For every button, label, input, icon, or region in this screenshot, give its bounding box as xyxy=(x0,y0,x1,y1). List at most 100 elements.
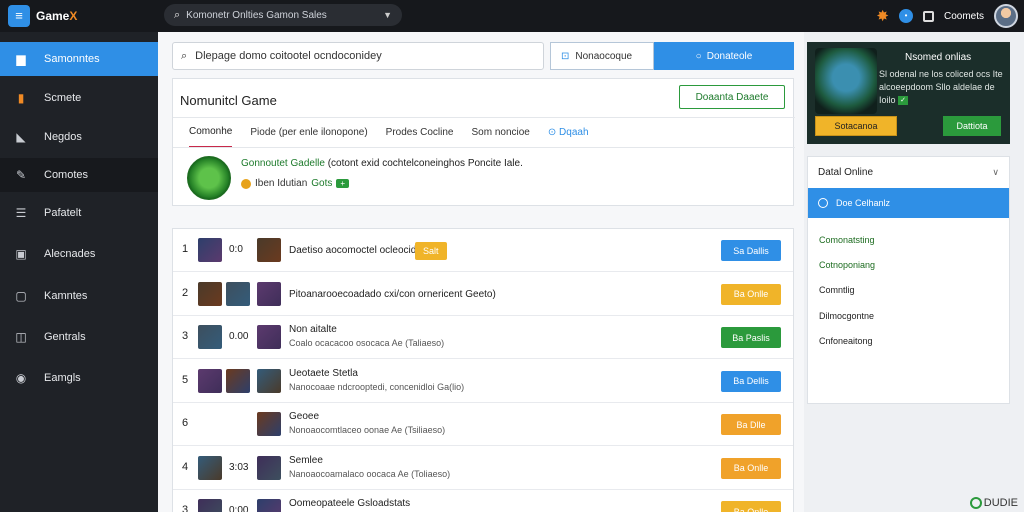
row-status-button[interactable]: Ba Dlle xyxy=(721,414,781,435)
sidebar-item-pafatelt[interactable]: ☰ Pafatelt xyxy=(0,196,158,230)
search-row: ⌕ Dlepage domo coitootel ocndoconidey ⊡ … xyxy=(172,42,794,72)
user-name[interactable]: Coomets xyxy=(944,11,984,22)
sidebar-item-eamgls[interactable]: ◉ Eamgls xyxy=(0,361,158,395)
row-value: 0.00 xyxy=(229,331,249,342)
row-status-button[interactable]: Ba Onlle xyxy=(721,283,781,305)
info-meta: Iben Idutian Gots + xyxy=(241,178,350,189)
sidebar-item-negdos[interactable]: ◣ Negdos xyxy=(0,120,158,154)
table-row[interactable]: 4 3:03 Semlee Nanoaocoamalaco oocaca Ae (To… xyxy=(173,447,793,490)
game-logo xyxy=(187,156,231,200)
panel-item[interactable]: Comonatsting xyxy=(819,235,875,245)
promo-character-image xyxy=(815,48,877,114)
promo-yellow-button[interactable]: Sotacanoa xyxy=(815,116,897,136)
row-subtitle: Coalo ocacacoo osocaca Ae (Taliaeso) xyxy=(289,338,445,348)
row-title[interactable]: Pitoanarooecoadado cxi/con ornericent Ge… xyxy=(289,289,496,300)
sidebar-item-gentrals[interactable]: ◫ Gentrals xyxy=(0,320,158,354)
top-search-text: Komonetr Onlties Gamon Sales xyxy=(186,9,327,21)
link-icon: ⊙ xyxy=(547,127,560,138)
bag-icon: ▣ xyxy=(15,247,27,261)
sidebar-item-comotes[interactable]: ✎ Comotes xyxy=(0,158,158,192)
chevron-down-icon: ∨ xyxy=(992,166,999,177)
panel-item[interactable]: Comntlig xyxy=(819,285,855,295)
panel-item[interactable]: Cnfoneaitong xyxy=(819,336,873,346)
table-row[interactable]: 5 Ueotaete Stetla Nanocoaae ndcrooptedi, c… xyxy=(173,360,793,403)
info-description: Gonnoutet Gadelle (cotont exid cochtelco… xyxy=(241,158,523,169)
row-status-button[interactable]: Ba Onlle xyxy=(721,501,781,512)
promo-text: Sl odenal ne los coliced ocs Ite alcoeep… xyxy=(879,69,1003,106)
search-icon: ⌕ xyxy=(181,49,188,62)
tab-bar: Comonhe Piode (per enle ilonopone) Prode… xyxy=(173,117,795,148)
avatar[interactable] xyxy=(994,4,1018,28)
radio-icon xyxy=(818,198,828,208)
sidebar-item-kamntes[interactable]: ▢ Kamntes xyxy=(0,279,158,313)
table-row[interactable]: 3 0.00 Non aitalte Coalo ocacacoo osocaca A… xyxy=(173,316,793,359)
tab-comonhe[interactable]: Comonhe xyxy=(189,118,233,148)
filter-dropdown[interactable]: ⊡ Nonaocoque xyxy=(550,42,654,70)
game-thumbnail xyxy=(226,281,250,306)
chevron-down-icon: ▼ xyxy=(383,10,392,20)
row-status-button[interactable]: Sa Dallis xyxy=(721,240,781,261)
row-rank: 5 xyxy=(182,373,189,386)
row-title[interactable]: Geoee xyxy=(289,411,319,422)
game-thumbnail xyxy=(198,325,222,349)
sidebar: ▆ Samonntes ▮ Scmete ◣ Negdos ✎ Comotes ☰ Paf… xyxy=(0,32,163,512)
game-thumbnail xyxy=(257,412,281,436)
main-content: ⌕ Dlepage domo coitootel ocndoconidey ⊡ … xyxy=(158,32,804,512)
sidebar-item-alecnades[interactable]: ▣ Alecnades xyxy=(0,237,158,271)
top-search-dropdown[interactable]: ⌕ Komonetr Onlties Gamon Sales ▼ xyxy=(164,4,402,26)
watermark-icon xyxy=(969,497,982,509)
panel-header[interactable]: Datal Online ∨ xyxy=(808,157,1009,187)
game-thumbnail xyxy=(198,499,222,512)
top-right-controls: ✸ • Coomets xyxy=(876,3,1018,29)
row-status-button[interactable]: Ba Dellis xyxy=(721,370,781,392)
row-tag[interactable]: Salt xyxy=(415,242,447,260)
user-icon xyxy=(922,10,934,22)
promo-green-button[interactable]: Dattiota xyxy=(943,116,1001,136)
sidebar-item-scmete[interactable]: ▮ Scmete xyxy=(0,81,158,115)
row-status-button[interactable]: Ba Paslis xyxy=(721,327,781,348)
row-status-button[interactable]: Ba Onlle xyxy=(721,457,781,479)
panel-selected-item[interactable]: Doe Celhanlz xyxy=(808,188,1009,218)
search-input[interactable]: ⌕ Dlepage domo coitootel ocndoconidey xyxy=(172,42,544,70)
sidebar-item-samonntes[interactable]: ▆ Samonntes xyxy=(0,42,163,76)
game-thumbnail xyxy=(257,499,281,512)
plus-badge[interactable]: + xyxy=(336,179,350,188)
row-rank: 1 xyxy=(182,243,189,255)
game-info-card: Nomunitcl Game Doaanta Daaete Comonhe Pi… xyxy=(172,78,795,206)
row-rank: 2 xyxy=(182,286,189,299)
row-title[interactable]: Ueotaete Stetla xyxy=(289,368,358,379)
row-title[interactable]: Semlee xyxy=(289,455,323,466)
bars-icon: ▮ xyxy=(17,91,25,105)
row-title[interactable]: Daetiso aocomoctel ocleocid xyxy=(289,245,416,256)
row-rank: 4 xyxy=(182,460,189,473)
app-logo[interactable]: ≡ GameX xyxy=(8,5,77,27)
tools-icon: ✎ xyxy=(15,168,27,182)
table-row[interactable]: 30:00Oomeopateele GsloadstatsCoalto ocac… xyxy=(173,490,793,512)
outline-button[interactable]: Doaanta Daaete xyxy=(679,85,785,109)
table-row[interactable]: 1 0:0 Daetiso aocomoctel ocleocid Salt Sa Da… xyxy=(173,229,793,272)
circle-icon: ○ xyxy=(695,50,702,62)
row-value: 3:03 xyxy=(229,461,249,473)
row-title[interactable]: Non aitalte xyxy=(289,324,337,335)
lock-icon: ⊡ xyxy=(561,50,570,62)
table-row[interactable]: 2 Pitoanarooecoadado cxi/con ornericent G… xyxy=(173,273,793,316)
search-icon: ⌕ xyxy=(174,8,181,21)
table-row[interactable]: 6 Geoee Nonoaocomtlaceo oonae Ae (Tsiliaes… xyxy=(173,403,793,446)
tab-som[interactable]: Som noncioe xyxy=(471,118,529,148)
row-title[interactable]: Oomeopateele Gsloadstats xyxy=(289,498,410,509)
check-icon: ✓ xyxy=(898,96,909,106)
tab-prodes[interactable]: Prodes Cocline xyxy=(386,118,454,148)
panel-item[interactable]: Dilmocgontne xyxy=(819,311,874,321)
sliders-icon: ☰ xyxy=(15,206,27,220)
tab-dqaah[interactable]: ⊙ Dqaah xyxy=(548,118,589,148)
primary-button[interactable]: ○ Donateole xyxy=(654,42,794,70)
tab-piode[interactable]: Piode (per enle ilonopone) xyxy=(250,118,367,148)
panel-item[interactable]: Cotnoponiang xyxy=(819,260,875,270)
row-value: 0:0 xyxy=(229,244,243,255)
row-rank: 3 xyxy=(182,330,189,342)
game-thumbnail xyxy=(257,238,281,262)
top-bar: ≡ GameX ⌕ Komonetr Onlties Gamon Sales ▼… xyxy=(0,0,1024,32)
star-icon[interactable]: ✸ xyxy=(876,7,889,25)
notification-icon[interactable]: • xyxy=(898,9,913,23)
game-thumbnail xyxy=(257,281,281,306)
